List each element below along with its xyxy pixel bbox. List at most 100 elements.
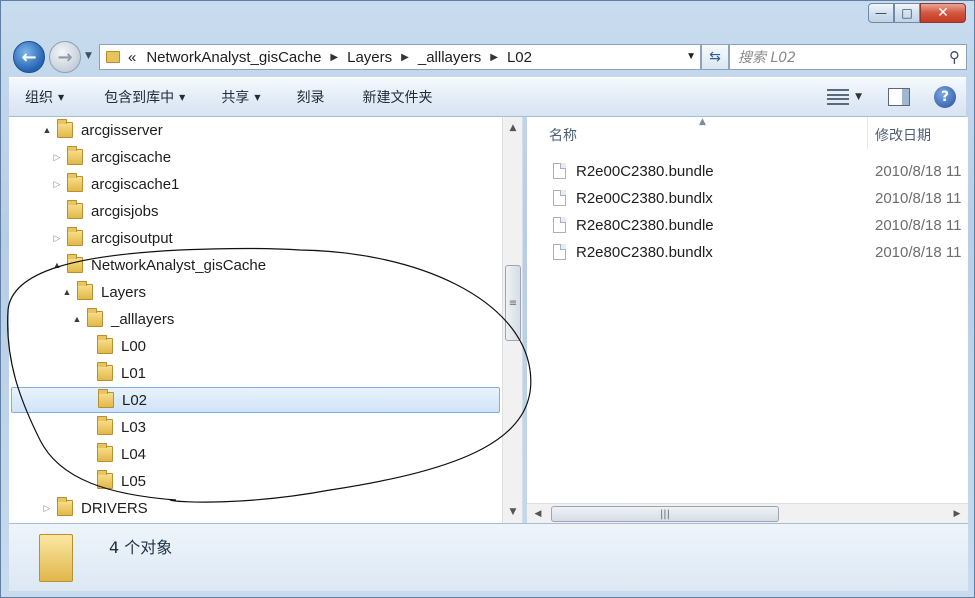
folder-icon <box>67 254 83 273</box>
tree-item[interactable]: ▲ NetworkAnalyst_gisCache <box>11 252 500 278</box>
close-button[interactable]: ✕ <box>920 3 966 23</box>
new-folder-label: 新建文件夹 <box>362 90 433 106</box>
tree-item[interactable]: ▷ arcgisoutput <box>11 225 500 251</box>
search-placeholder: 搜索 L02 <box>738 50 797 66</box>
refresh-button[interactable]: ⇆ <box>701 44 729 70</box>
expander-icon[interactable]: ▲ <box>51 260 63 270</box>
help-icon[interactable]: ? <box>934 86 956 108</box>
breadcrumb-item[interactable]: _alllayers <box>418 49 481 66</box>
file-list-pane: ▲ 名称 修改日期 R2e00C2380.bundle 2010/8/18 11… <box>527 117 968 523</box>
view-details-icon[interactable] <box>827 89 850 105</box>
file-row[interactable]: R2e80C2380.bundle 2010/8/18 11 <box>527 212 968 238</box>
back-button[interactable]: ← <box>13 41 45 73</box>
share-menu[interactable]: 共享 ▼ <box>197 78 272 116</box>
folder-icon <box>67 146 83 165</box>
address-dropdown-icon[interactable]: ▼ <box>686 51 696 62</box>
tree-item-label: L05 <box>121 472 147 490</box>
scroll-down-icon[interactable]: ▼ <box>503 503 522 521</box>
tree-item-label: L04 <box>121 445 147 463</box>
breadcrumb-separator-icon[interactable]: ▶ <box>401 52 409 63</box>
tree-item-label: L03 <box>121 418 147 436</box>
expander-icon[interactable]: ▲ <box>71 314 83 324</box>
file-icon <box>553 163 566 179</box>
column-divider[interactable] <box>867 117 868 149</box>
include-in-library-menu[interactable]: 包含到库中 ▼ <box>76 78 197 116</box>
expander-icon[interactable]: ▲ <box>41 125 53 135</box>
tree-item[interactable]: ▲ arcgisserver <box>11 117 500 143</box>
minimize-button[interactable]: — <box>868 3 894 23</box>
tree-item-selected[interactable]: L02 <box>11 387 500 413</box>
tree-item[interactable]: L03 <box>11 414 500 440</box>
chevron-down-icon: ▼ <box>58 92 65 102</box>
column-headers: ▲ 名称 修改日期 <box>527 117 968 149</box>
horizontal-scrollbar[interactable]: ◀ ||| ▶ <box>527 503 968 523</box>
address-overflow-chevron[interactable]: « <box>128 49 136 66</box>
scroll-right-icon[interactable]: ▶ <box>948 504 966 523</box>
tree-item[interactable]: ▷ arcgiscache1 <box>11 171 500 197</box>
tree-item-label: DRIVERS <box>81 499 148 517</box>
tree-item[interactable]: L05 <box>11 468 500 494</box>
folder-icon <box>97 470 113 489</box>
organize-menu[interactable]: 组织 ▼ <box>9 78 76 116</box>
tree-item[interactable]: arcgisjobs <box>11 198 500 224</box>
scroll-thumb[interactable]: ||| <box>551 506 779 522</box>
tree-item[interactable]: L01 <box>11 360 500 386</box>
tree-item[interactable]: L00 <box>11 333 500 359</box>
search-input[interactable]: 搜索 L02 ⚲ <box>729 44 967 70</box>
breadcrumb-separator-icon[interactable]: ▶ <box>330 52 338 63</box>
folder-icon <box>77 281 93 300</box>
tree-item[interactable]: ▲ Layers <box>11 279 500 305</box>
column-header-date[interactable]: 修改日期 <box>875 125 931 145</box>
include-in-library-label: 包含到库中 <box>104 90 175 106</box>
maximize-button[interactable]: □ <box>894 3 920 23</box>
folder-icon <box>97 443 113 462</box>
file-row[interactable]: R2e00C2380.bundle 2010/8/18 11 <box>527 158 968 184</box>
preview-pane-icon[interactable] <box>888 88 910 106</box>
tree-item-label: arcgisoutput <box>91 229 173 247</box>
column-header-name[interactable]: 名称 <box>549 125 577 145</box>
file-date: 2010/8/18 11 <box>875 162 962 180</box>
search-icon[interactable]: ⚲ <box>949 48 960 66</box>
forward-button[interactable]: → <box>49 41 81 73</box>
expander-icon[interactable]: ▲ <box>61 287 73 297</box>
tree-item[interactable]: ▷ DRIVERS <box>11 495 500 521</box>
breadcrumb-item[interactable]: Layers <box>347 49 392 66</box>
file-date: 2010/8/18 11 <box>875 243 962 261</box>
file-row[interactable]: R2e00C2380.bundlx 2010/8/18 11 <box>527 185 968 211</box>
tree-item[interactable]: ▲ _alllayers <box>11 306 500 332</box>
breadcrumb: NetworkAnalyst_gisCache ▶ Layers ▶ _alll… <box>146 49 532 66</box>
file-name: R2e80C2380.bundle <box>576 216 714 234</box>
expander-icon[interactable]: ▷ <box>51 179 63 190</box>
tree-item[interactable]: L04 <box>11 441 500 467</box>
folder-icon <box>57 119 73 138</box>
folder-icon <box>98 389 114 408</box>
scroll-up-icon[interactable]: ▲ <box>503 119 522 137</box>
view-options-dropdown-icon[interactable]: ▼ <box>855 92 862 102</box>
scroll-thumb[interactable]: ≡ <box>505 265 521 341</box>
minimize-icon: — <box>875 6 887 20</box>
expander-icon[interactable]: ▷ <box>51 152 63 163</box>
share-label: 共享 <box>221 90 250 106</box>
tree-item-label: L01 <box>121 364 147 382</box>
breadcrumb-item[interactable]: NetworkAnalyst_gisCache <box>146 49 321 66</box>
breadcrumb-separator-icon[interactable]: ▶ <box>490 52 498 63</box>
tree-item[interactable]: ▷ arcgiscache <box>11 144 500 170</box>
explorer-window: — □ ✕ ← → ▼ « NetworkAnalyst_gisCache ▶ … <box>0 0 975 598</box>
scroll-left-icon[interactable]: ◀ <box>529 504 547 523</box>
address-bar[interactable]: « NetworkAnalyst_gisCache ▶ Layers ▶ _al… <box>99 44 701 70</box>
burn-label: 刻录 <box>296 90 325 106</box>
expander-icon[interactable]: ▷ <box>51 233 63 244</box>
file-row[interactable]: R2e80C2380.bundlx 2010/8/18 11 <box>527 239 968 265</box>
folder-icon <box>106 51 120 63</box>
tree-item-label: L02 <box>122 391 148 409</box>
vertical-scrollbar[interactable]: ▲ ≡ ▼ <box>502 117 522 523</box>
folder-icon <box>39 534 73 582</box>
expander-icon[interactable]: ▷ <box>41 503 53 514</box>
recent-pages-dropdown[interactable]: ▼ <box>85 51 92 61</box>
tree-item-label: NetworkAnalyst_gisCache <box>91 256 267 274</box>
folder-icon <box>67 200 83 219</box>
new-folder-button[interactable]: 新建文件夹 <box>336 78 444 116</box>
caption-buttons: — □ ✕ <box>868 3 966 23</box>
burn-button[interactable]: 刻录 <box>272 78 336 116</box>
breadcrumb-item[interactable]: L02 <box>507 49 532 66</box>
